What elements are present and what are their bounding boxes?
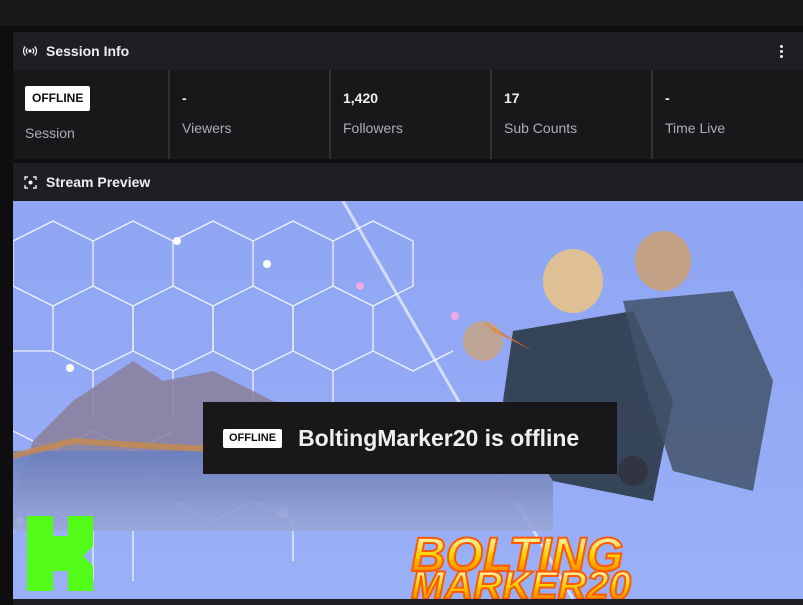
stat-value: 17 xyxy=(504,90,520,106)
stat-sub-counts: 17 Sub Counts xyxy=(492,70,653,159)
session-stats: OFFLINE Session - Viewers 1,420 Follower… xyxy=(13,70,803,159)
stat-label: Time Live xyxy=(665,120,726,136)
offline-message: BoltingMarker20 is offline xyxy=(298,424,580,451)
stat-label: Viewers xyxy=(182,120,232,136)
stat-value: - xyxy=(665,90,670,106)
stream-preview-header: Stream Preview xyxy=(13,163,803,201)
session-menu-icon[interactable] xyxy=(773,41,789,61)
stat-followers: 1,420 Followers xyxy=(331,70,492,159)
stat-session: OFFLINE Session xyxy=(13,70,170,159)
screen-capture-icon xyxy=(23,175,37,189)
stat-value: - xyxy=(182,90,187,106)
broadcast-icon xyxy=(23,44,37,58)
stat-viewers: - Viewers xyxy=(170,70,331,159)
session-info-title: Session Info xyxy=(46,43,130,59)
stat-value: 1,420 xyxy=(343,90,379,106)
session-info-panel: Session Info OFFLINE Session - Viewers 1… xyxy=(13,32,803,159)
offline-banner-artwork: BOLTING MARKER20 xyxy=(13,201,773,599)
session-status-badge: OFFLINE xyxy=(25,86,91,111)
stream-preview-title: Stream Preview xyxy=(46,174,151,190)
stat-label: Session xyxy=(25,125,75,141)
stat-label: Sub Counts xyxy=(504,120,578,136)
stat-time-live: - Time Live xyxy=(653,70,803,159)
offline-badge: OFFLINE xyxy=(223,428,283,448)
stream-preview-panel: Stream Preview BOLTING MARKER20 OFFLINE … xyxy=(13,163,803,605)
stat-label: Followers xyxy=(343,120,403,136)
offline-message-box: OFFLINE BoltingMarker20 is offline xyxy=(203,402,617,474)
top-bar xyxy=(0,0,803,26)
stream-preview-image[interactable]: BOLTING MARKER20 OFFLINE BoltingMarker20… xyxy=(13,201,803,599)
banner-text-line2: MARKER20 xyxy=(411,564,631,599)
session-info-header: Session Info xyxy=(13,32,803,70)
